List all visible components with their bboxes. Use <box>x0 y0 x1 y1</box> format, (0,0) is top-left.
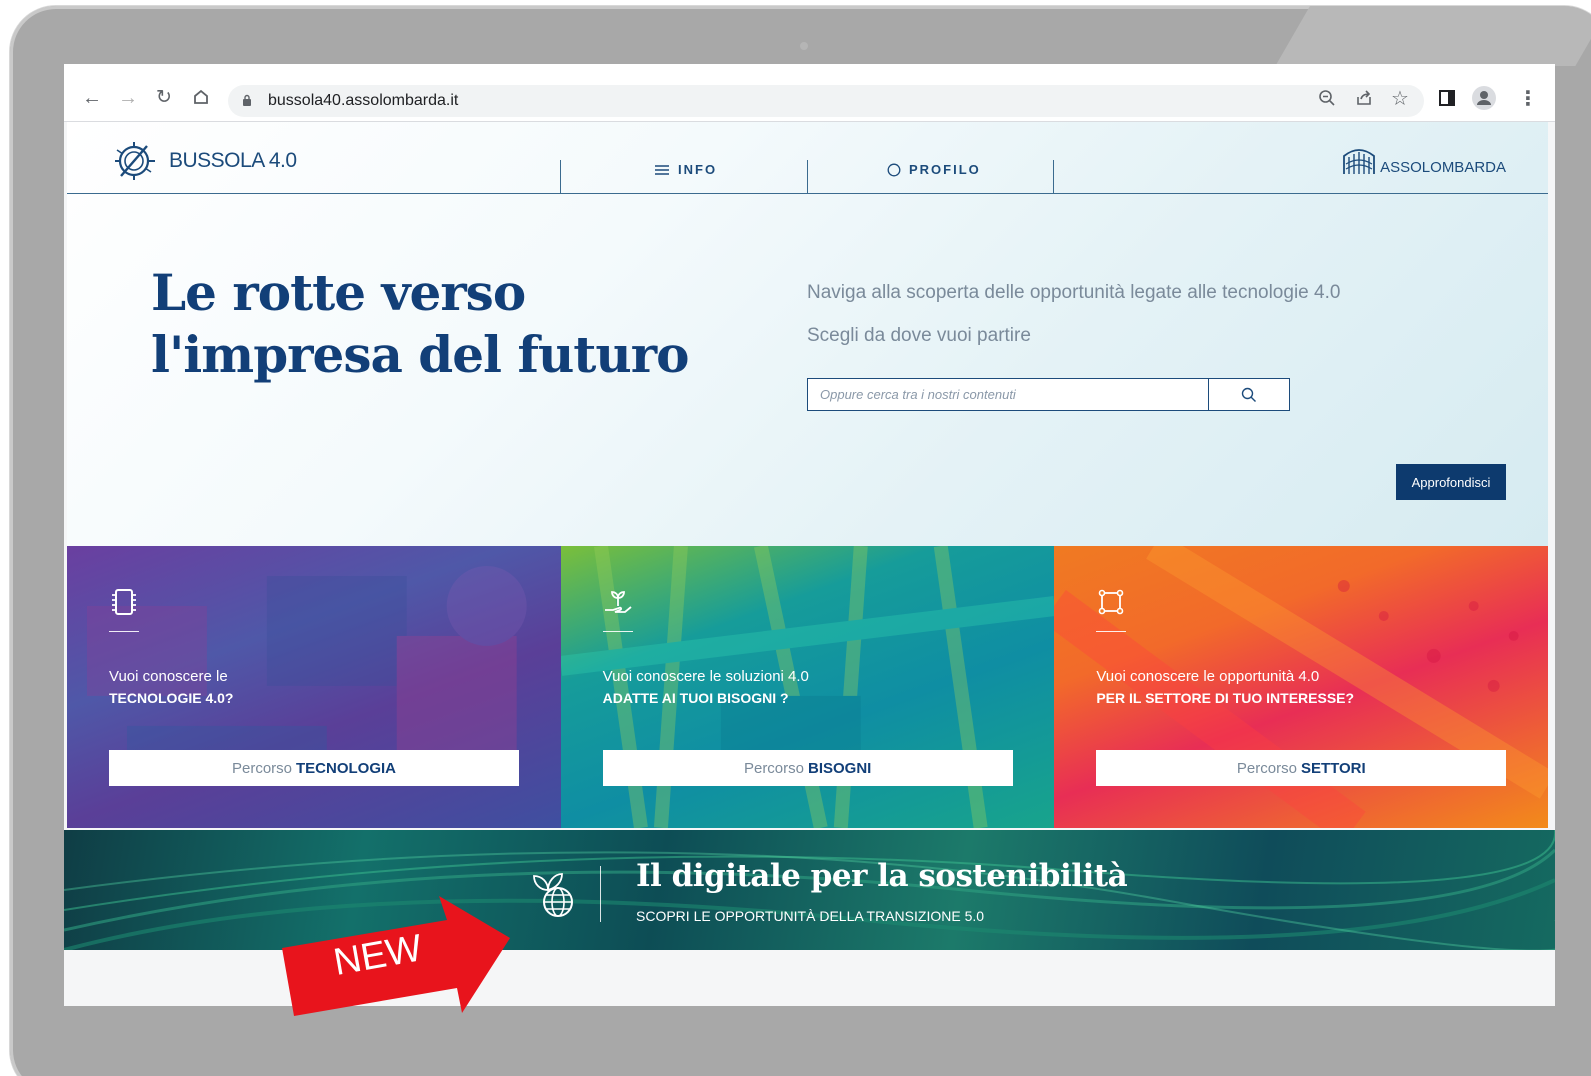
frame-corners-icon <box>1099 589 1124 615</box>
search-input[interactable] <box>808 379 1208 410</box>
button-bold-label: TECNOLOGIA <box>296 759 397 777</box>
reload-icon[interactable]: ↻ <box>156 88 172 108</box>
headline-line-2: l'impresa del futuro <box>151 325 689 384</box>
banner-subtitle: SCOPRI LE OPPORTUNITÀ DELLA TRANSIZIONE … <box>636 908 985 924</box>
button-prefix: Percorso <box>1236 759 1297 777</box>
card-question: Vuoi conoscere le soluzioni 4.0 <box>602 668 809 685</box>
chip-icon <box>112 589 136 615</box>
website: BUSSOLA 4.0 INFO PROFILO ASSOLOMBARDA Le… <box>64 122 1555 1006</box>
button-bold-label: BISOGNI <box>808 759 872 777</box>
card-divider <box>602 631 633 632</box>
nav-divider <box>1053 160 1054 194</box>
card-question: Vuoi conoscere le opportunità 4.0 <box>1096 668 1320 685</box>
card-question: Vuoi conoscere le <box>109 668 228 685</box>
hero-intro: Naviga alla scoperta delle opportunità l… <box>807 282 1341 303</box>
banner-title: Il digitale per la sostenibilità <box>636 858 1128 894</box>
hamburger-icon <box>655 164 669 175</box>
address-bar[interactable]: bussola40.assolombarda.it <box>228 85 1424 117</box>
percorsi-cards: Vuoi conoscere le TECNOLOGIE 4.0? Percor… <box>67 546 1548 828</box>
laptop-frame: ← → ↻ bussola40.assolombarda.it ☆ ⋮ BUSS… <box>10 6 1591 1076</box>
approfondisci-button[interactable]: Approfondisci <box>1396 464 1506 500</box>
nav-divider <box>560 160 561 194</box>
lock-icon <box>243 94 251 106</box>
nav-divider <box>807 160 808 194</box>
home-icon[interactable] <box>192 88 210 110</box>
search-box <box>807 378 1290 411</box>
circle-icon <box>887 163 901 176</box>
menu-kebab-icon[interactable]: ⋮ <box>1518 86 1538 111</box>
compass-icon <box>115 142 155 180</box>
plant-hand-icon <box>604 591 632 613</box>
zoom-icon[interactable] <box>1318 89 1336 112</box>
assolombarda-text: ASSOLOMBARDA <box>1380 159 1506 176</box>
back-icon[interactable]: ← <box>82 88 102 108</box>
bussola-logo[interactable]: BUSSOLA 4.0 <box>109 140 297 182</box>
assolombarda-emblem-icon <box>1343 149 1376 174</box>
card-tecnologia: Vuoi conoscere le TECNOLOGIE 4.0? Percor… <box>67 546 561 828</box>
nav-info-label: INFO <box>678 162 718 177</box>
nav-profilo[interactable]: PROFILO <box>887 162 981 177</box>
browser-toolbar: ← → ↻ bussola40.assolombarda.it ☆ ⋮ <box>64 64 1555 122</box>
side-panel-icon[interactable] <box>1438 89 1456 112</box>
screen: ← → ↻ bussola40.assolombarda.it ☆ ⋮ BUSS… <box>64 64 1555 1006</box>
button-prefix: Percorso <box>231 759 293 777</box>
card-question-bold: TECNOLOGIE 4.0? <box>109 690 234 706</box>
share-icon[interactable] <box>1355 89 1373 112</box>
headline-line-1: Le rotte verso <box>151 263 526 322</box>
card-divider <box>109 631 139 632</box>
card-divider <box>1096 631 1127 632</box>
assolombarda-logo[interactable]: ASSOLOMBARDA <box>1342 146 1506 176</box>
card-question-bold: ADATTE AI TUOI BISOGNI ? <box>602 690 789 706</box>
site-header: BUSSOLA 4.0 INFO PROFILO ASSOLOMBARDA <box>67 122 1548 194</box>
button-bold-label: SETTORI <box>1300 759 1366 777</box>
percorso-tecnologia-button[interactable]: Percorso TECNOLOGIA <box>109 750 519 786</box>
search-button[interactable] <box>1208 379 1289 410</box>
button-prefix: Percorso <box>743 759 804 777</box>
hero-headline: Le rotte verso l'impresa del futuro <box>151 262 689 386</box>
profile-avatar-icon[interactable] <box>1472 86 1496 115</box>
url-text: bussola40.assolombarda.it <box>268 92 459 109</box>
percorso-bisogni-button[interactable]: Percorso BISOGNI <box>602 750 1013 786</box>
nav-info[interactable]: INFO <box>654 162 717 177</box>
bookmark-star-icon[interactable]: ☆ <box>1391 86 1409 111</box>
leaf-globe-icon <box>533 873 573 917</box>
card-bisogni: Vuoi conoscere le soluzioni 4.0 ADATTE A… <box>560 546 1055 828</box>
forward-icon[interactable]: → <box>118 88 138 108</box>
card-settori: Vuoi conoscere le opportunità 4.0 PER IL… <box>1054 546 1548 828</box>
hero-section: BUSSOLA 4.0 INFO PROFILO ASSOLOMBARDA Le… <box>67 122 1548 546</box>
percorso-settori-button[interactable]: Percorso SETTORI <box>1096 750 1507 786</box>
banner-divider <box>600 866 601 922</box>
card-question-bold: PER IL SETTORE DI TUO INTERESSE? <box>1096 690 1355 706</box>
hero-intro-2: Scegli da dove vuoi partire <box>807 325 1031 346</box>
logo-text: BUSSOLA 4.0 <box>169 149 297 172</box>
search-icon <box>1241 387 1256 402</box>
nav-profilo-label: PROFILO <box>909 162 981 177</box>
frame-glare <box>1275 6 1591 66</box>
camera-icon <box>800 42 808 50</box>
